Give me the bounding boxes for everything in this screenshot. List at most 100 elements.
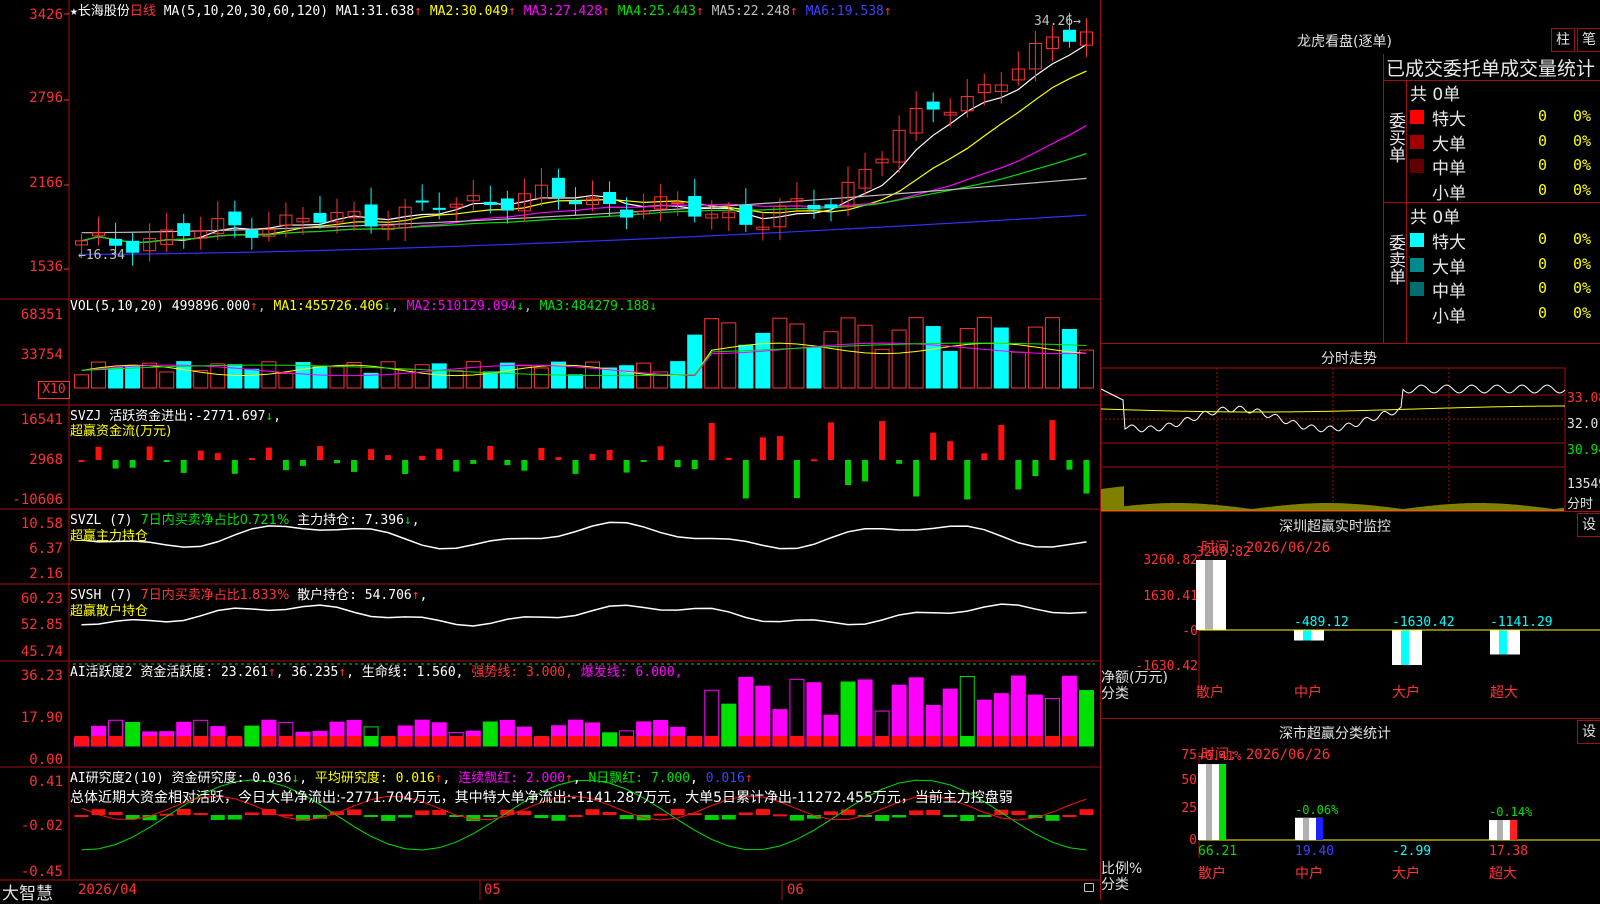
research-bar <box>823 811 838 815</box>
activity-base-bar <box>159 736 174 746</box>
monitor-category-label: 大户 <box>1392 684 1420 701</box>
activity-base-bar <box>1028 736 1043 746</box>
monitor-bar-value: -1630.42 <box>1392 615 1455 630</box>
volume-bar <box>687 334 703 389</box>
classify-category-label: 散户 <box>1198 865 1226 882</box>
fund-flow-bar <box>998 424 1005 460</box>
order-count: 0 <box>1538 131 1548 150</box>
order-count: 0 <box>1538 303 1548 322</box>
fund-flow-bar <box>555 457 562 460</box>
activity-base-bar <box>176 736 191 746</box>
volume-bar <box>482 371 498 389</box>
lock-icon[interactable] <box>1084 883 1094 892</box>
kline-chart-area[interactable] <box>0 0 1101 900</box>
fund-flow-bar <box>299 460 306 466</box>
volume-bar <box>414 364 430 389</box>
fund-flow-bar <box>810 459 817 462</box>
volume-bar <box>159 371 175 389</box>
research-bar <box>738 812 753 815</box>
research-bar <box>670 809 685 815</box>
volume-bar <box>533 367 549 389</box>
favorite-star-icon[interactable]: ★ <box>70 4 78 19</box>
activity-base-bar <box>381 736 396 746</box>
research-bar <box>347 809 362 815</box>
activity-base-bar <box>636 736 651 746</box>
research-bar <box>159 813 174 816</box>
research-bar <box>585 809 600 815</box>
activity-base-bar <box>994 736 1009 746</box>
classify-category-label: 中户 <box>1295 865 1323 882</box>
research-bar <box>602 811 617 815</box>
classify-category-label: 超大 <box>1489 866 1517 882</box>
fund-flow-bar <box>623 460 630 473</box>
candlestick <box>228 211 242 226</box>
fund-flow-bar <box>316 446 323 460</box>
monitor-y-label: -0 <box>1182 624 1198 639</box>
fund-flow-bar <box>78 460 85 462</box>
candlestick <box>245 230 259 238</box>
fund-flow-bar <box>180 460 187 473</box>
fund-flow-bar <box>759 437 766 460</box>
ai-activity-axis-label: 36.23 <box>20 668 63 684</box>
bar-view-button[interactable]: 柱 <box>1551 28 1575 52</box>
ma1-label: MA1:31.638 <box>335 4 415 19</box>
order-percent: 0% <box>1573 279 1592 297</box>
research-bar <box>244 812 259 815</box>
tick-view-button[interactable]: 笔 <box>1577 28 1600 52</box>
candlestick <box>807 205 821 210</box>
ai-activity-pane-header: AI活跃度2 资金活跃度: 23.261↑, 36.235↑, 生命线: 1.5… <box>70 665 683 680</box>
candlestick <box>926 101 940 110</box>
order-row: 中单 0 0% <box>1408 277 1600 302</box>
fund-flow-bar <box>419 455 426 460</box>
activity-base-bar <box>210 736 225 746</box>
monitor-bar-value: -1141.29 <box>1490 615 1553 630</box>
classify-bar-value: 17.38 <box>1489 844 1528 859</box>
research-bar <box>841 809 856 815</box>
order-stats-table: 已成交委托单成交量统计 委买单 共 0单 特大 0 0% 大单 0 0% 中单 0 0% 小单 0 0… <box>1383 54 1600 343</box>
fund-flow-bar <box>197 450 204 460</box>
order-row: 特大 0 0% <box>1408 105 1600 130</box>
fund-flow-bar <box>862 460 869 482</box>
order-color-swatch <box>1410 233 1424 247</box>
fund-flow-bar <box>1083 460 1090 494</box>
intraday-volume: 13549 <box>1567 477 1600 492</box>
classify-category-label: 大户 <box>1392 865 1420 882</box>
volume-bar <box>1078 349 1094 389</box>
research-bar <box>568 814 583 817</box>
classify-y-label: 50 <box>1181 773 1197 788</box>
activity-base-bar <box>704 736 719 746</box>
activity-base-bar <box>670 736 685 746</box>
research-bar <box>364 815 379 817</box>
candlestick <box>1062 29 1076 42</box>
order-count: 0 <box>1538 156 1548 174</box>
order-type-label: 大单 <box>1432 257 1466 278</box>
activity-base-bar <box>244 736 259 746</box>
volume-bar <box>976 317 992 389</box>
activity-bar <box>1010 675 1026 747</box>
activity-base-bar <box>568 736 583 746</box>
intraday-panel[interactable]: 分时走势 33.08 32.01 30.94 13549 分时 <box>1101 343 1600 512</box>
order-count: 0 <box>1538 254 1548 273</box>
period-label[interactable]: 日线 <box>130 4 156 19</box>
ai-activity-axis-label: 17.90 <box>20 710 63 726</box>
volume-bar <box>567 374 583 389</box>
candlestick <box>568 200 582 205</box>
candlestick <box>824 204 838 209</box>
activity-base-bar <box>977 736 992 746</box>
fund-flow-bar <box>470 460 477 464</box>
app-logo[interactable]: 大智慧 <box>2 879 53 904</box>
monitor-bar-value: 3260.82 <box>1196 545 1251 560</box>
fund-flow-bar <box>95 446 102 460</box>
classify-bar-color <box>1510 820 1517 840</box>
volume-bar <box>499 362 515 389</box>
fund-flow-bar <box>214 453 221 460</box>
fund-flow-bar <box>845 460 852 486</box>
candlestick <box>739 204 753 225</box>
activity-base-bar <box>432 736 447 746</box>
monitor-bar-value: -489.12 <box>1294 615 1349 630</box>
research-bar <box>1062 814 1077 817</box>
fund-flow-bar <box>521 460 528 471</box>
ma4-label: MA4:25.443 <box>617 4 696 19</box>
fund-flow-bar <box>572 460 579 474</box>
volume-bar <box>789 323 805 389</box>
